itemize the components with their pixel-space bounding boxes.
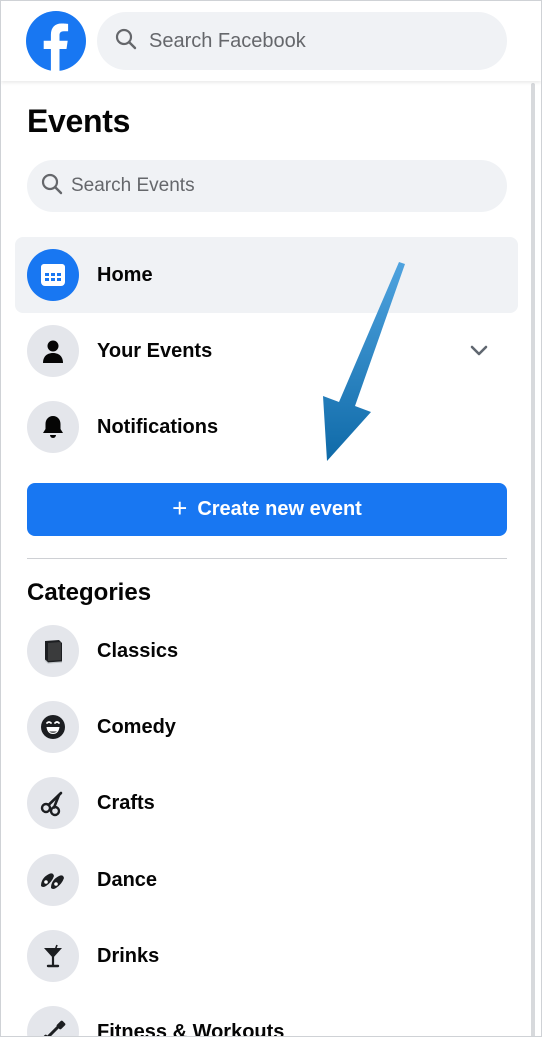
- category-item-crafts[interactable]: Crafts: [27, 775, 155, 831]
- category-label: Fitness & Workouts: [97, 1020, 285, 1037]
- create-new-event-button[interactable]: + Create new event: [27, 483, 507, 536]
- bell-icon: [27, 401, 79, 453]
- cocktail-glass-icon: [27, 930, 79, 982]
- facebook-logo-icon[interactable]: [26, 11, 86, 71]
- plus-icon: +: [172, 492, 188, 523]
- search-icon: [41, 173, 63, 200]
- category-item-fitness-workouts[interactable]: Fitness & Workouts: [27, 1004, 285, 1037]
- events-search-input[interactable]: Search Events: [27, 160, 507, 212]
- fitness-icon: [27, 1006, 79, 1036]
- scissors-icon: [27, 777, 79, 829]
- facebook-search-input[interactable]: Search Facebook: [97, 12, 507, 70]
- nav-item-home[interactable]: Home: [15, 237, 518, 313]
- book-icon: [27, 625, 79, 677]
- calendar-icon: [27, 249, 79, 301]
- search-icon: [115, 28, 137, 55]
- categories-heading: Categories: [27, 579, 152, 606]
- category-label: Drinks: [97, 944, 160, 967]
- category-item-classics[interactable]: Classics: [27, 623, 178, 679]
- window-frame: Search Facebook Events Search Events Hom…: [0, 0, 542, 1037]
- nav-item-your-events[interactable]: Your Events: [15, 313, 518, 389]
- category-label: Comedy: [97, 715, 176, 738]
- search-placeholder: Search Facebook: [149, 29, 306, 52]
- search-placeholder: Search Events: [71, 175, 195, 196]
- ballet-shoes-icon: [27, 854, 79, 906]
- scrollbar[interactable]: [531, 83, 535, 1036]
- nav-item-label: Home: [97, 263, 153, 286]
- page-title: Events: [27, 103, 131, 139]
- create-button-label: Create new event: [197, 498, 362, 520]
- nav-item-notifications[interactable]: Notifications: [15, 389, 518, 465]
- pointer-arrow-icon: [301, 256, 431, 471]
- category-item-dance[interactable]: Dance: [27, 852, 157, 908]
- person-icon: [27, 325, 79, 377]
- laughing-face-icon: [27, 701, 79, 753]
- category-label: Crafts: [97, 791, 155, 814]
- category-item-drinks[interactable]: Drinks: [27, 928, 159, 984]
- chevron-down-icon[interactable]: [468, 339, 490, 366]
- divider: [27, 558, 507, 559]
- category-item-comedy[interactable]: Comedy: [27, 699, 176, 755]
- nav-item-label: Your Events: [97, 339, 213, 362]
- top-bar: Search Facebook: [1, 1, 541, 81]
- category-label: Dance: [97, 868, 158, 891]
- category-label: Classics: [97, 639, 179, 662]
- nav-item-label: Notifications: [97, 415, 219, 438]
